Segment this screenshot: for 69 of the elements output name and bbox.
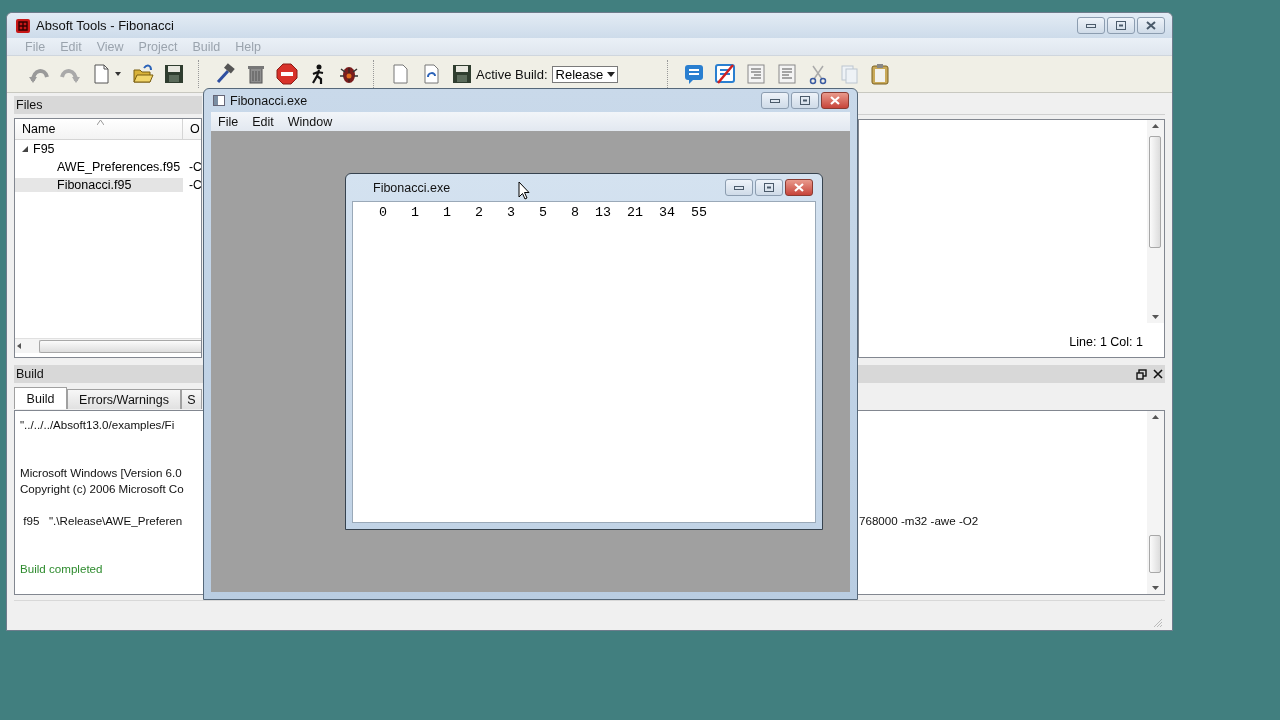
column-header[interactable]: Name	[15, 119, 183, 139]
file-name[interactable]: AWE_Preferences.f95	[57, 160, 183, 174]
hammer-icon[interactable]	[214, 63, 236, 86]
open-folder-icon[interactable]	[132, 63, 154, 86]
minimize-icon	[770, 98, 780, 103]
scrollbar-thumb[interactable]	[1149, 535, 1161, 573]
window-title: Fibonacci.exe	[230, 93, 308, 108]
comment-icon[interactable]	[682, 63, 705, 86]
maximize-icon	[764, 183, 774, 192]
horizontal-scrollbar[interactable]	[15, 338, 201, 353]
tab[interactable]: Build	[14, 387, 67, 409]
vertical-scrollbar[interactable]	[1147, 120, 1164, 323]
maximize-button[interactable]	[755, 179, 783, 196]
menu-item[interactable]: Window	[280, 114, 340, 129]
save-icon[interactable]	[163, 63, 185, 86]
window-icon	[213, 95, 225, 106]
minimize-icon	[1086, 23, 1096, 28]
trash-icon[interactable]	[245, 63, 267, 86]
minimize-button[interactable]	[725, 179, 753, 196]
menu-item[interactable]: File	[211, 114, 246, 129]
close-icon	[794, 183, 804, 192]
uncomment-icon[interactable]	[713, 63, 736, 86]
active-build-label: Active Build:	[476, 66, 548, 82]
panel-title: Build	[16, 367, 45, 381]
window-title: Absoft Tools - Fibonacci	[36, 18, 174, 34]
output-line: Copyright (c) 2006 Microsoft Co	[20, 481, 185, 497]
output-line: f95 ".\Release\AWE_Preferen	[22, 513, 184, 529]
output-line: Microsoft Windows [Version 6.0	[20, 465, 183, 481]
clipboard-icon[interactable]	[868, 63, 891, 86]
scrollbar-thumb[interactable]	[1149, 136, 1161, 248]
tab[interactable]: Errors/Warnings	[67, 389, 181, 409]
panel-header: Files	[14, 96, 202, 114]
output-line: "../../../Absoft13.0/examples/Fi	[20, 417, 176, 433]
app-icon	[16, 18, 30, 33]
program-output: 0 1 1 2 3 5 8 13 21 34 55	[378, 204, 707, 221]
close-icon	[1146, 21, 1156, 31]
maximize-icon	[1116, 21, 1126, 31]
close-button[interactable]	[1137, 17, 1165, 35]
vertical-scrollbar[interactable]	[1147, 411, 1164, 594]
output-line: 768000 -m32 -awe -O2	[859, 513, 980, 529]
tab[interactable]: S	[181, 389, 202, 409]
window-title: Fibonacci.exe	[373, 180, 451, 195]
scrollbar-thumb[interactable]	[39, 339, 201, 353]
cursor-position: Line: 1 Col: 1	[1068, 334, 1144, 351]
build-dropdown[interactable]: Release	[551, 65, 618, 83]
minimize-icon	[734, 185, 744, 190]
build-status: Build completed	[20, 561, 104, 577]
folder-name[interactable]: F95	[33, 142, 55, 156]
menu-item[interactable]: Edit	[245, 114, 281, 129]
minimize-button[interactable]	[761, 92, 789, 109]
close-icon	[830, 96, 840, 105]
editor-area[interactable]: Line: 1 Col: 1	[858, 119, 1165, 358]
sort-icon	[97, 120, 104, 125]
close-button[interactable]	[785, 179, 813, 196]
maximize-button[interactable]	[791, 92, 819, 109]
save-icon[interactable]	[451, 63, 473, 86]
expander-icon[interactable]	[21, 145, 29, 153]
column-header[interactable]: O	[183, 119, 201, 139]
close-button[interactable]	[821, 92, 849, 109]
left-arrow-icon	[15, 342, 23, 350]
close-icon[interactable]	[1153, 369, 1163, 379]
stop-icon[interactable]	[276, 63, 298, 86]
table-cell-text: -C	[188, 178, 202, 192]
table-cell-text: -C	[188, 160, 202, 174]
float-window-icon[interactable]	[1136, 368, 1147, 380]
maximize-icon	[800, 96, 810, 105]
maximize-button[interactable]	[1107, 17, 1135, 35]
resize-grip-icon[interactable]	[1153, 618, 1163, 628]
minimize-button[interactable]	[1077, 17, 1105, 35]
